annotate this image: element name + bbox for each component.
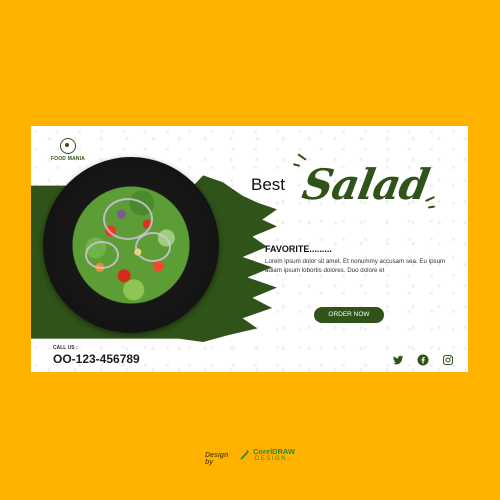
- call-us-label: CALL US :: [53, 345, 78, 351]
- brand-line-1: CorelDRAW: [253, 447, 296, 456]
- brand-name: FOOD MANIA: [50, 156, 86, 162]
- banner: FOOD MANIA Best Salad FAVORITE......... …: [31, 126, 468, 372]
- onion-ring: [135, 232, 171, 262]
- salad-image: [63, 175, 199, 315]
- order-now-button[interactable]: ORDER NOW: [314, 307, 384, 323]
- description-text: Lorem ipsum dolor sit amet. Et nonummy a…: [265, 258, 446, 274]
- logo-icon: [60, 138, 76, 154]
- instagram-icon[interactable]: [442, 354, 454, 366]
- twitter-icon[interactable]: [392, 354, 404, 366]
- pencil-icon: [240, 450, 249, 460]
- favorite-heading: FAVORITE.........: [265, 244, 332, 254]
- design-by-label: Design by: [205, 452, 229, 466]
- brand-logo[interactable]: FOOD MANIA: [43, 138, 93, 162]
- headline-salad: Salad: [298, 160, 433, 209]
- facebook-icon[interactable]: [417, 354, 429, 366]
- onion-ring: [85, 241, 119, 269]
- phone-number[interactable]: OO-123-456789: [53, 352, 140, 366]
- brand-line-2: DESIGN: [255, 456, 288, 462]
- headline-best: Best: [251, 175, 286, 194]
